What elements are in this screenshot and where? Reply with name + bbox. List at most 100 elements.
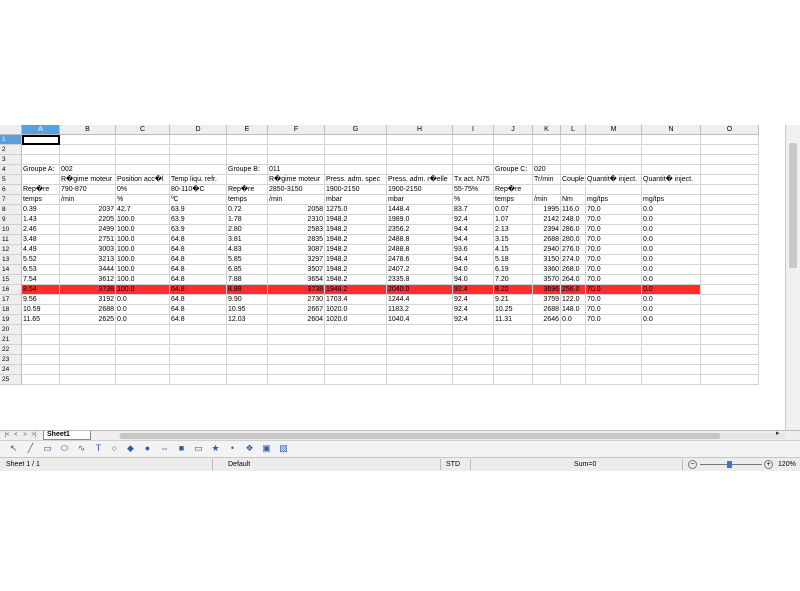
cell-M8[interactable]: 70.0 bbox=[586, 205, 642, 215]
cell-F7[interactable]: /min bbox=[268, 195, 325, 205]
cell-F6[interactable]: 2850-3150 bbox=[268, 185, 325, 195]
row-header[interactable]: 4 bbox=[0, 165, 22, 175]
cell-E10[interactable]: 2.80 bbox=[227, 225, 268, 235]
cell-O16[interactable] bbox=[701, 285, 759, 295]
cell-I22[interactable] bbox=[453, 345, 494, 355]
column-header[interactable]: F bbox=[268, 125, 325, 135]
row-header[interactable]: 11 bbox=[0, 235, 22, 245]
cell-F4[interactable]: 011 bbox=[268, 165, 325, 175]
row-header[interactable]: 3 bbox=[0, 155, 22, 165]
row-header[interactable]: 9 bbox=[0, 215, 22, 225]
cell-J18[interactable]: 10.25 bbox=[494, 305, 533, 315]
cell-K5[interactable]: Tr/min bbox=[533, 175, 561, 185]
callout-icon[interactable]: ○ bbox=[109, 443, 120, 454]
basic-shapes-icon[interactable]: ◆ bbox=[125, 443, 136, 454]
cell-J5[interactable] bbox=[494, 175, 533, 185]
row-header[interactable]: 16 bbox=[0, 285, 22, 295]
cell-J15[interactable]: 7.20 bbox=[494, 275, 533, 285]
cell-M3[interactable] bbox=[586, 155, 642, 165]
cell-A15[interactable]: 7.54 bbox=[22, 275, 60, 285]
column-header[interactable]: K bbox=[533, 125, 561, 135]
cell-C16[interactable]: 100.0 bbox=[116, 285, 170, 295]
row-header[interactable]: 19 bbox=[0, 315, 22, 325]
cell-B20[interactable] bbox=[60, 325, 116, 335]
cell-L17[interactable]: 122.0 bbox=[561, 295, 586, 305]
cell-J11[interactable]: 3.15 bbox=[494, 235, 533, 245]
cell-A8[interactable]: 0.39 bbox=[22, 205, 60, 215]
cell-B23[interactable] bbox=[60, 355, 116, 365]
cell-A3[interactable] bbox=[22, 155, 60, 165]
cell-I16[interactable]: 92.4 bbox=[453, 285, 494, 295]
column-header[interactable]: C bbox=[116, 125, 170, 135]
cell-H1[interactable] bbox=[387, 135, 453, 145]
cell-J14[interactable]: 6.19 bbox=[494, 265, 533, 275]
cell-L11[interactable]: 280.0 bbox=[561, 235, 586, 245]
cell-M15[interactable]: 70.0 bbox=[586, 275, 642, 285]
cell-E15[interactable]: 7.88 bbox=[227, 275, 268, 285]
cell-G14[interactable]: 1948.2 bbox=[325, 265, 387, 275]
cell-A13[interactable]: 5.52 bbox=[22, 255, 60, 265]
cell-C18[interactable]: 0.0 bbox=[116, 305, 170, 315]
cell-H18[interactable]: 1183.2 bbox=[387, 305, 453, 315]
column-header[interactable]: J bbox=[494, 125, 533, 135]
cell-M12[interactable]: 70.0 bbox=[586, 245, 642, 255]
cell-M22[interactable] bbox=[586, 345, 642, 355]
zoom-slider-knob[interactable] bbox=[727, 461, 732, 468]
cell-M17[interactable]: 70.0 bbox=[586, 295, 642, 305]
cell-H4[interactable] bbox=[387, 165, 453, 175]
cell-M13[interactable]: 70.0 bbox=[586, 255, 642, 265]
cell-K21[interactable] bbox=[533, 335, 561, 345]
cell-N22[interactable] bbox=[642, 345, 701, 355]
cell-M5[interactable]: Quantit� inject. bbox=[586, 175, 642, 185]
horizontal-scroll-thumb[interactable] bbox=[120, 433, 720, 439]
cell-D24[interactable] bbox=[170, 365, 227, 375]
cell-N3[interactable] bbox=[642, 155, 701, 165]
cell-G4[interactable] bbox=[325, 165, 387, 175]
cell-J25[interactable] bbox=[494, 375, 533, 385]
cell-H22[interactable] bbox=[387, 345, 453, 355]
cell-F22[interactable] bbox=[268, 345, 325, 355]
extrusion-icon[interactable]: ▧ bbox=[278, 443, 289, 454]
cell-A14[interactable]: 6.53 bbox=[22, 265, 60, 275]
vertical-scroll-thumb[interactable] bbox=[789, 143, 797, 268]
cell-K24[interactable] bbox=[533, 365, 561, 375]
cell-N5[interactable]: Quantit� inject. bbox=[642, 175, 701, 185]
cell-B8[interactable]: 2037 bbox=[60, 205, 116, 215]
cell-G2[interactable] bbox=[325, 145, 387, 155]
cell-F2[interactable] bbox=[268, 145, 325, 155]
cell-F17[interactable]: 2730 bbox=[268, 295, 325, 305]
cell-K13[interactable]: 3150 bbox=[533, 255, 561, 265]
cell-H15[interactable]: 2335.8 bbox=[387, 275, 453, 285]
cell-K20[interactable] bbox=[533, 325, 561, 335]
cell-B5[interactable]: R�gime moteur bbox=[60, 175, 116, 185]
cell-B19[interactable]: 2625 bbox=[60, 315, 116, 325]
cell-A19[interactable]: 11.65 bbox=[22, 315, 60, 325]
cell-G19[interactable]: 1020.0 bbox=[325, 315, 387, 325]
cell-G5[interactable]: Press. adm. spec bbox=[325, 175, 387, 185]
cell-I20[interactable] bbox=[453, 325, 494, 335]
cell-J3[interactable] bbox=[494, 155, 533, 165]
cell-B7[interactable]: /min bbox=[60, 195, 116, 205]
cell-A9[interactable]: 1.43 bbox=[22, 215, 60, 225]
cell-H5[interactable]: Press. adm. r�elle bbox=[387, 175, 453, 185]
cell-O20[interactable] bbox=[701, 325, 759, 335]
column-header[interactable]: N bbox=[642, 125, 701, 135]
cell-H12[interactable]: 2488.8 bbox=[387, 245, 453, 255]
cell-H7[interactable]: mbar bbox=[387, 195, 453, 205]
block-arrows-icon[interactable]: ⇔ bbox=[159, 443, 170, 454]
cell-L12[interactable]: 276.0 bbox=[561, 245, 586, 255]
cell-J13[interactable]: 5.18 bbox=[494, 255, 533, 265]
cell-B12[interactable]: 3003 bbox=[60, 245, 116, 255]
cell-K10[interactable]: 2394 bbox=[533, 225, 561, 235]
cell-M6[interactable] bbox=[586, 185, 642, 195]
cell-F18[interactable]: 2667 bbox=[268, 305, 325, 315]
cell-K11[interactable]: 2688 bbox=[533, 235, 561, 245]
zoom-in-icon[interactable]: + bbox=[764, 460, 773, 469]
column-header[interactable]: I bbox=[453, 125, 494, 135]
cell-E3[interactable] bbox=[227, 155, 268, 165]
column-header[interactable]: H bbox=[387, 125, 453, 135]
cell-L24[interactable] bbox=[561, 365, 586, 375]
cell-B15[interactable]: 3612 bbox=[60, 275, 116, 285]
cell-M23[interactable] bbox=[586, 355, 642, 365]
cell-C23[interactable] bbox=[116, 355, 170, 365]
